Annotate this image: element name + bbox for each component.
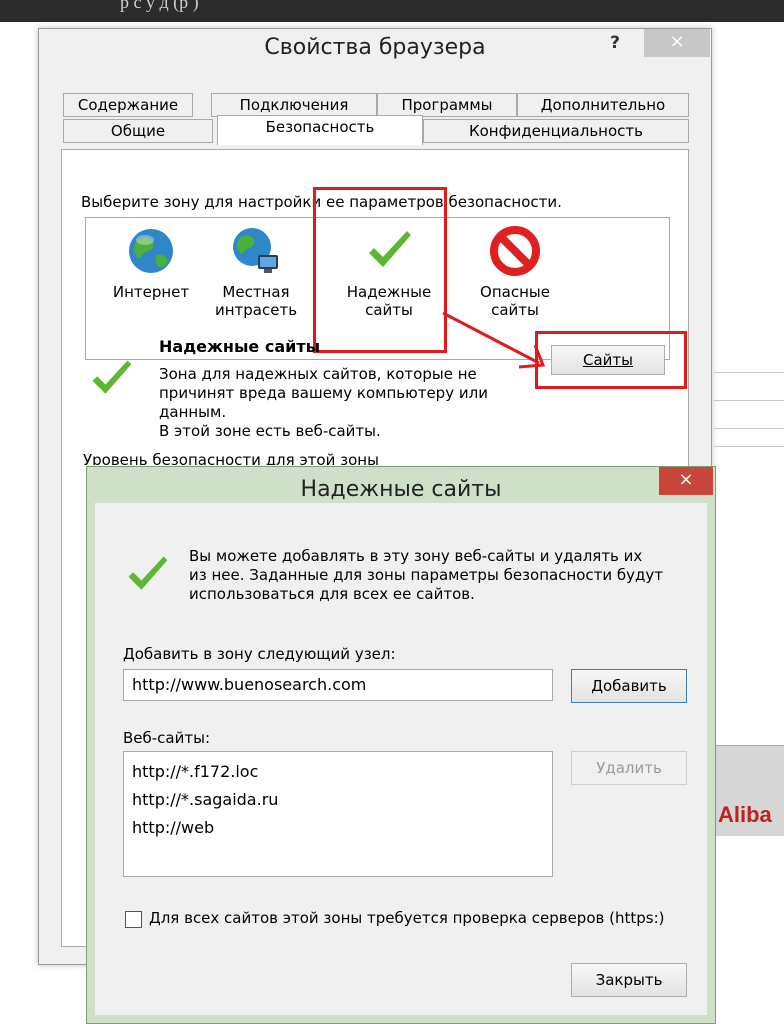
globe-icon xyxy=(125,225,177,277)
description-line: В этой зоне есть веб-сайты. xyxy=(159,422,381,440)
close-icon[interactable]: × xyxy=(659,467,713,495)
remove-button[interactable]: Удалить xyxy=(571,751,687,785)
prohibited-icon xyxy=(489,225,541,277)
dialog-title: Надежные сайты xyxy=(300,477,502,502)
zone-local-intranet-label-1: Местная xyxy=(222,283,290,301)
dialog-body: Вы можете добавлять в эту зону веб-сайты… xyxy=(95,503,707,1015)
zone-internet-label: Интернет xyxy=(112,283,190,301)
list-item[interactable]: http://*.sagaida.ru xyxy=(132,786,544,814)
tab-advanced[interactable]: Дополнительно xyxy=(517,93,689,117)
list-item[interactable]: http://*.f172.loc xyxy=(132,758,544,786)
websites-label: Веб-сайты: xyxy=(123,729,211,747)
zone-restricted-sites-label-1: Опасные xyxy=(480,283,550,301)
info-text: Вы можете добавлять в эту зону веб-сайты… xyxy=(189,547,663,604)
description-line: данным. xyxy=(159,403,227,421)
add-button[interactable]: Добавить xyxy=(571,669,687,703)
tab-programs[interactable]: Программы xyxy=(377,93,517,117)
tab-privacy[interactable]: Конфиденциальность xyxy=(423,119,689,143)
background-divider xyxy=(714,372,784,373)
tab-connections[interactable]: Подключения xyxy=(211,93,377,117)
red-arrow-icon xyxy=(442,311,546,369)
zone-local-intranet-label-2: интрасеть xyxy=(214,301,298,319)
websites-list[interactable]: http://*.f172.loc http://*.sagaida.ru ht… xyxy=(123,751,553,877)
add-site-input[interactable]: http://www.buenosearch.com xyxy=(123,669,553,701)
background-divider xyxy=(714,400,784,401)
zone-restricted-sites[interactable]: Опасные сайты xyxy=(463,225,567,319)
https-checkbox[interactable] xyxy=(125,911,142,928)
security-level-label: Уровень безопасности для этой зоны xyxy=(83,451,379,465)
background-divider xyxy=(714,428,784,429)
background-ad-banner: Aliba xyxy=(714,745,784,836)
background-top-bar: р с у д (р ) xyxy=(0,0,784,22)
description-line: причинят вреда вашему компьютеру или xyxy=(159,384,488,402)
close-button[interactable]: × xyxy=(644,29,710,57)
intranet-globe-icon xyxy=(230,225,282,277)
tab-content[interactable]: Содержание xyxy=(63,93,193,117)
selected-zone-title: Надежные сайты xyxy=(159,337,321,356)
close-button[interactable]: Закрыть xyxy=(571,963,687,997)
list-item[interactable]: http://web xyxy=(132,814,544,842)
background-divider xyxy=(714,446,784,447)
highlight-trusted-zone xyxy=(313,187,447,353)
trusted-sites-dialog: Надежные сайты × Вы можете добавлять в э… xyxy=(86,466,716,1024)
info-line: Вы можете добавлять в эту зону веб-сайты… xyxy=(189,547,643,565)
zone-local-intranet[interactable]: Местная интрасеть xyxy=(204,225,308,319)
selected-zone-checkmark-icon xyxy=(87,355,135,407)
add-site-label: Добавить в зону следующий узел: xyxy=(123,645,396,663)
tab-general[interactable]: Общие xyxy=(63,119,213,143)
https-checkbox-label[interactable]: Для всех сайтов этой зоны требуется пров… xyxy=(149,909,664,927)
tab-security[interactable]: Безопасность xyxy=(217,115,423,145)
info-line: использоваться для всех ее сайтов. xyxy=(189,585,475,603)
help-button[interactable]: ? xyxy=(595,29,635,57)
trusted-checkmark-icon xyxy=(123,551,171,603)
background-ad-text: Aliba xyxy=(718,802,772,827)
background-caption: р с у д (р ) xyxy=(120,0,199,12)
info-line: из нее. Заданные для зоны параметры безо… xyxy=(189,566,664,584)
zone-internet[interactable]: Интернет xyxy=(99,225,203,301)
